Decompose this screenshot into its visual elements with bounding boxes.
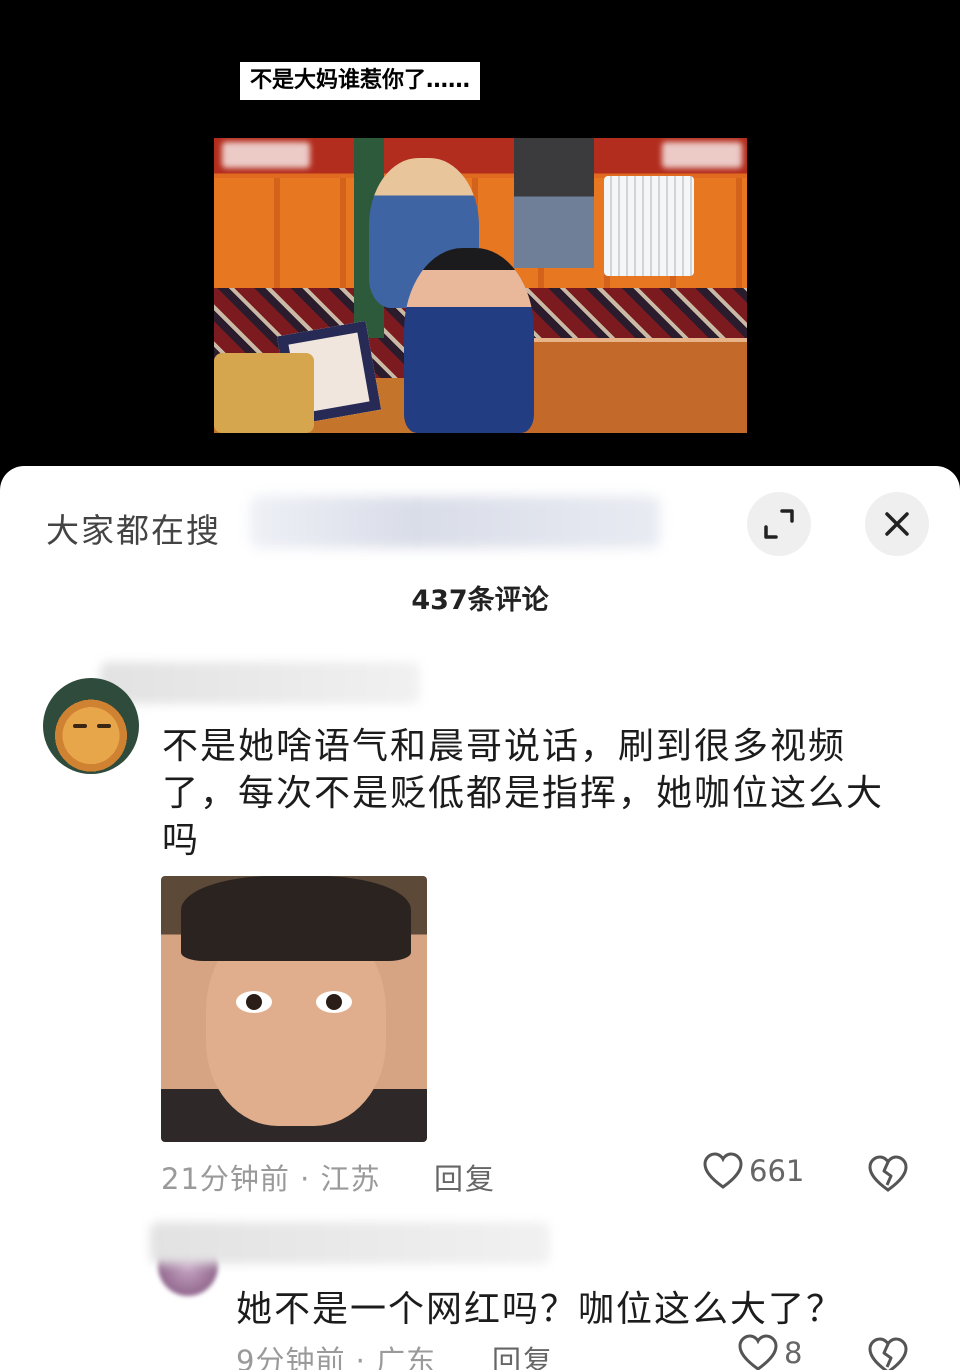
expand-button[interactable] — [747, 492, 811, 556]
video-stage — [514, 338, 747, 433]
broken-heart-icon[interactable] — [867, 1336, 909, 1370]
search-suggestion-blurred[interactable] — [250, 496, 660, 548]
username-blurred[interactable] — [100, 662, 420, 704]
video-person-man — [404, 248, 534, 433]
avatar-eye — [73, 724, 87, 728]
search-hint[interactable]: 大家都在搜 — [46, 504, 221, 552]
comment-text: 不是她啥语气和晨哥说话，刷到很多视频了，每次不是贬低都是指挥，她咖位这么大吗 — [162, 726, 885, 861]
expand-icon — [764, 509, 794, 539]
close-button[interactable] — [865, 492, 929, 556]
comment-count-title: 437条评论 — [411, 585, 549, 616]
comment-time-location: 21分钟前 · 江苏 — [161, 1162, 381, 1196]
heart-icon — [703, 1152, 743, 1189]
reply-button[interactable]: 回复 — [434, 1156, 496, 1198]
image-eye — [236, 991, 272, 1013]
comment-time-location: 9分钟前 · 广东 — [236, 1344, 437, 1370]
comment-text: 她不是一个网红吗？咖位这么大了？ — [236, 1289, 845, 1330]
video-person-background — [514, 138, 594, 268]
comment-image[interactable] — [161, 876, 427, 1142]
video-food — [214, 353, 314, 433]
image-hair — [181, 876, 411, 961]
like-count: 8 — [784, 1336, 803, 1370]
username-blurred[interactable] — [150, 1222, 550, 1264]
avatar-eye — [97, 724, 111, 728]
heart-icon — [738, 1334, 778, 1370]
image-eye — [316, 991, 352, 1013]
video-caption: 不是大妈谁惹你了…… — [240, 62, 481, 100]
broken-heart-icon[interactable] — [867, 1154, 909, 1194]
video-area: 不是大妈谁惹你了…… — [0, 0, 960, 470]
like-count: 661 — [749, 1154, 805, 1188]
video-watermark-left — [222, 142, 310, 168]
close-icon — [885, 512, 909, 536]
avatar[interactable] — [43, 678, 139, 774]
reply-button[interactable]: 回复 — [492, 1338, 554, 1370]
video-watermark-right — [662, 142, 742, 168]
comment-sheet: 大家都在搜 437条评论 不是她啥语气和晨哥说话，刷到很多视频了，每次不是贬低都… — [0, 466, 960, 1370]
video-frame[interactable] — [214, 138, 747, 433]
like-button[interactable]: 8 — [738, 1334, 802, 1370]
like-button[interactable]: 661 — [703, 1152, 804, 1190]
video-heater — [604, 176, 694, 276]
